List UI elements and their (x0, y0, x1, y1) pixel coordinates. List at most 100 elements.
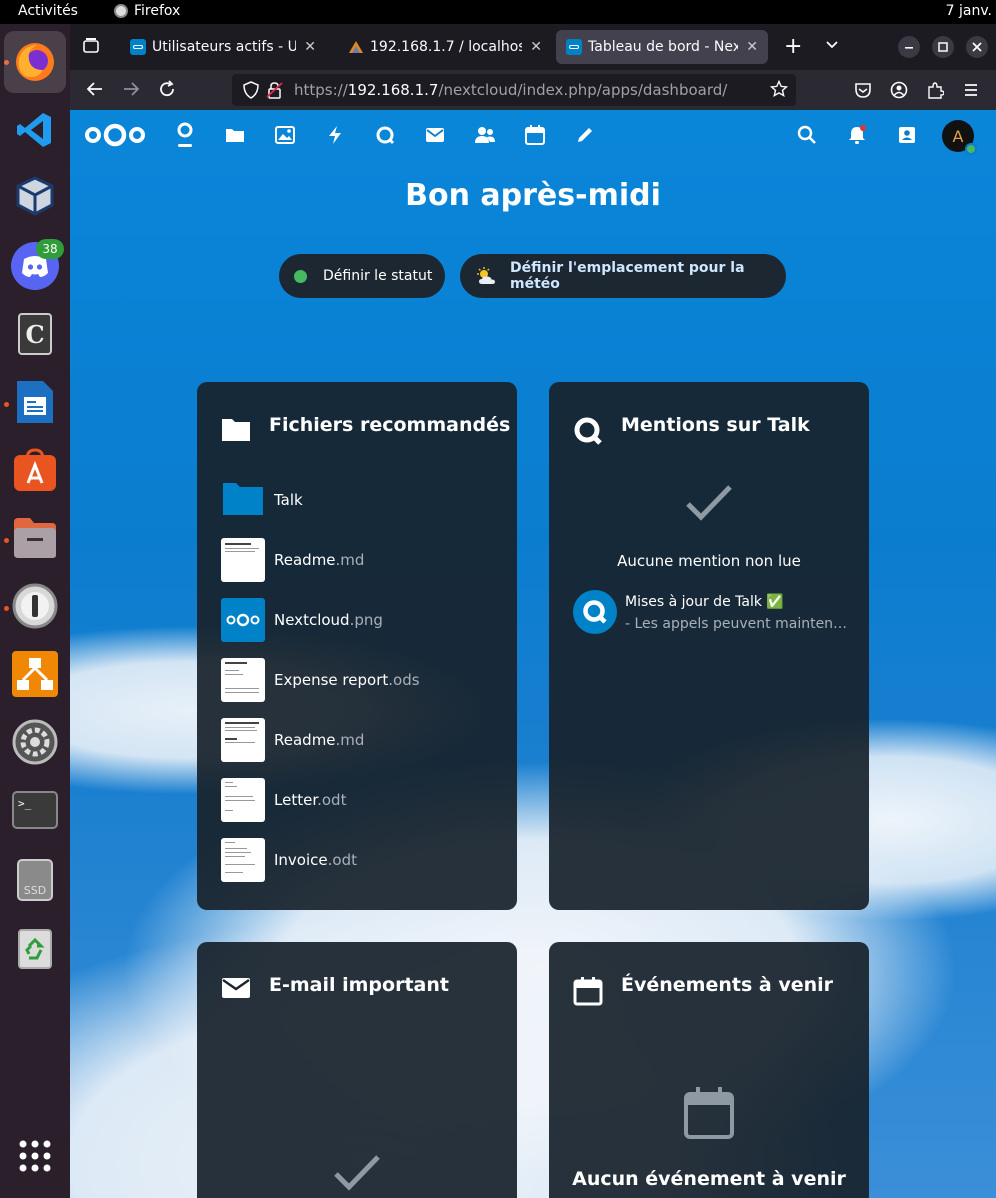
account-icon[interactable] (890, 81, 908, 104)
file-item[interactable]: Invoice.odt (221, 838, 501, 882)
nextcloud-favicon (130, 39, 146, 55)
greeting-title: Bon après-midi (405, 178, 661, 213)
dock-1password[interactable] (11, 582, 59, 630)
file-thumbnail (221, 658, 265, 702)
dock-app-center[interactable] (11, 446, 59, 494)
tracking-protection-icon[interactable] (242, 81, 260, 103)
dock-files[interactable] (11, 514, 59, 562)
tab-dashboard[interactable]: Tableau de bord - Next ✕ (556, 30, 768, 64)
close-tab-icon[interactable]: ✕ (746, 39, 758, 55)
tab-phpmyadmin[interactable]: 192.168.1.7 / localhost | ✕ (338, 30, 552, 64)
talk-app-icon[interactable] (373, 123, 397, 147)
forward-icon[interactable] (122, 80, 140, 103)
file-item[interactable]: Talk (221, 478, 501, 522)
dock-ssd-drive[interactable]: SSD (11, 856, 59, 904)
pocket-icon[interactable] (854, 81, 872, 104)
bookmark-star-icon[interactable] (769, 79, 789, 102)
calendar-empty-icon (683, 1086, 735, 1144)
show-apps-button[interactable] (11, 1132, 59, 1180)
calendar-app-icon[interactable] (523, 123, 547, 147)
notes-app-icon[interactable] (573, 123, 597, 147)
dashboard-app-icon[interactable] (173, 122, 197, 147)
set-weather-label: Définir l'emplacement pour la météo (510, 260, 745, 292)
url-scheme: https:// (294, 81, 348, 99)
discord-badge: 38 (36, 239, 64, 259)
diagram-icon (12, 651, 58, 697)
terminal-icon: >_ (12, 791, 58, 829)
talk-mentions-panel: Mentions sur Talk Aucune mention non lue… (549, 382, 869, 910)
tab-active-users[interactable]: Utilisateurs actifs - Utili ✕ (120, 30, 326, 64)
dock-vscode[interactable] (11, 106, 59, 154)
password-manager-icon (12, 583, 58, 629)
set-status-button[interactable]: Définir le statut (279, 254, 445, 298)
talk-icon (573, 416, 603, 446)
running-indicator (4, 606, 9, 611)
dock-trash[interactable] (11, 924, 59, 972)
activity-app-icon[interactable] (323, 123, 347, 147)
app-menu[interactable]: Firefox (114, 3, 180, 19)
url-host: 192.168.1.7 (347, 81, 439, 99)
nextcloud-logo-icon[interactable] (84, 122, 146, 152)
running-indicator (4, 402, 9, 407)
tab-bar: Utilisateurs actifs - Utili ✕ 192.168.1.… (70, 24, 996, 70)
photos-app-icon[interactable] (273, 123, 297, 147)
dock: 38 C >_ SSD (0, 24, 70, 1198)
user-avatar[interactable]: A (942, 120, 977, 155)
no-mentions-text: Aucune mention non lue (617, 552, 801, 570)
dock-libreoffice-writer[interactable] (11, 378, 59, 426)
dock-settings[interactable] (11, 718, 59, 766)
file-item[interactable]: Readme.md (221, 538, 501, 582)
menu-icon[interactable] (962, 81, 980, 104)
activities-button[interactable]: Activités (18, 3, 78, 19)
important-mail-panel: E-mail important (197, 942, 517, 1198)
search-icon[interactable] (795, 123, 819, 147)
file-item[interactable]: Letter.odt (221, 778, 501, 822)
calibre-icon: C (18, 313, 52, 355)
minimize-window-button[interactable] (898, 36, 920, 63)
files-app-icon[interactable] (223, 123, 247, 147)
vscode-icon (17, 113, 51, 147)
set-weather-location-button[interactable]: Définir l'emplacement pour la météo (460, 254, 786, 298)
back-icon[interactable] (86, 80, 104, 103)
list-tabs-icon[interactable] (824, 36, 840, 57)
dock-firefox[interactable] (4, 31, 66, 93)
avatar-initial: A (952, 126, 964, 146)
app-name: Firefox (134, 3, 181, 19)
file-thumbnail (221, 538, 265, 582)
checkmark-icon (685, 482, 733, 526)
close-window-button[interactable] (966, 36, 988, 63)
dock-terminal[interactable]: >_ (11, 786, 59, 834)
extensions-icon[interactable] (926, 81, 945, 104)
file-item[interactable]: Nextcloud.png (221, 598, 501, 642)
file-item[interactable]: Expense report.ods (221, 658, 501, 702)
dock-virtualbox[interactable] (11, 172, 59, 220)
tab-overview-icon[interactable] (82, 36, 100, 59)
firefox-icon (114, 4, 128, 18)
clock[interactable]: 7 janv. (946, 3, 992, 19)
running-indicator (4, 538, 9, 543)
reload-icon[interactable] (158, 80, 176, 103)
mail-app-icon[interactable] (423, 123, 447, 147)
phpmyadmin-favicon (348, 39, 364, 55)
new-tab-button[interactable]: + (784, 34, 802, 59)
set-status-label: Définir le statut (323, 268, 433, 284)
file-name: Invoice.odt (274, 851, 357, 869)
nextcloud-header: A (70, 110, 996, 160)
dock-calibre[interactable]: C (11, 310, 59, 358)
url-bar[interactable]: https://192.168.1.7/nextcloud/index.php/… (232, 74, 796, 106)
mention-title: Mises à jour de Talk ✅ (625, 594, 784, 610)
maximize-window-button[interactable] (932, 36, 954, 63)
close-tab-icon[interactable]: ✕ (530, 39, 542, 55)
mail-icon (221, 976, 251, 1006)
file-item[interactable]: Readme.md (221, 718, 501, 762)
dock-drawio[interactable] (11, 650, 59, 698)
contacts-menu-icon[interactable] (895, 123, 919, 147)
url-path: /nextcloud/index.php/apps/dashboard/ (438, 81, 728, 99)
notifications-bell-icon[interactable] (845, 123, 869, 147)
close-tab-icon[interactable]: ✕ (304, 39, 316, 55)
tab-label: Utilisateurs actifs - Utili (152, 39, 297, 55)
contacts-app-icon[interactable] (473, 123, 497, 147)
system-top-bar: Activités Firefox 7 janv. (0, 0, 996, 24)
insecure-lock-icon[interactable] (266, 81, 284, 103)
talk-mention-item[interactable]: Mises à jour de Talk ✅ - Les appels peuv… (573, 590, 853, 634)
